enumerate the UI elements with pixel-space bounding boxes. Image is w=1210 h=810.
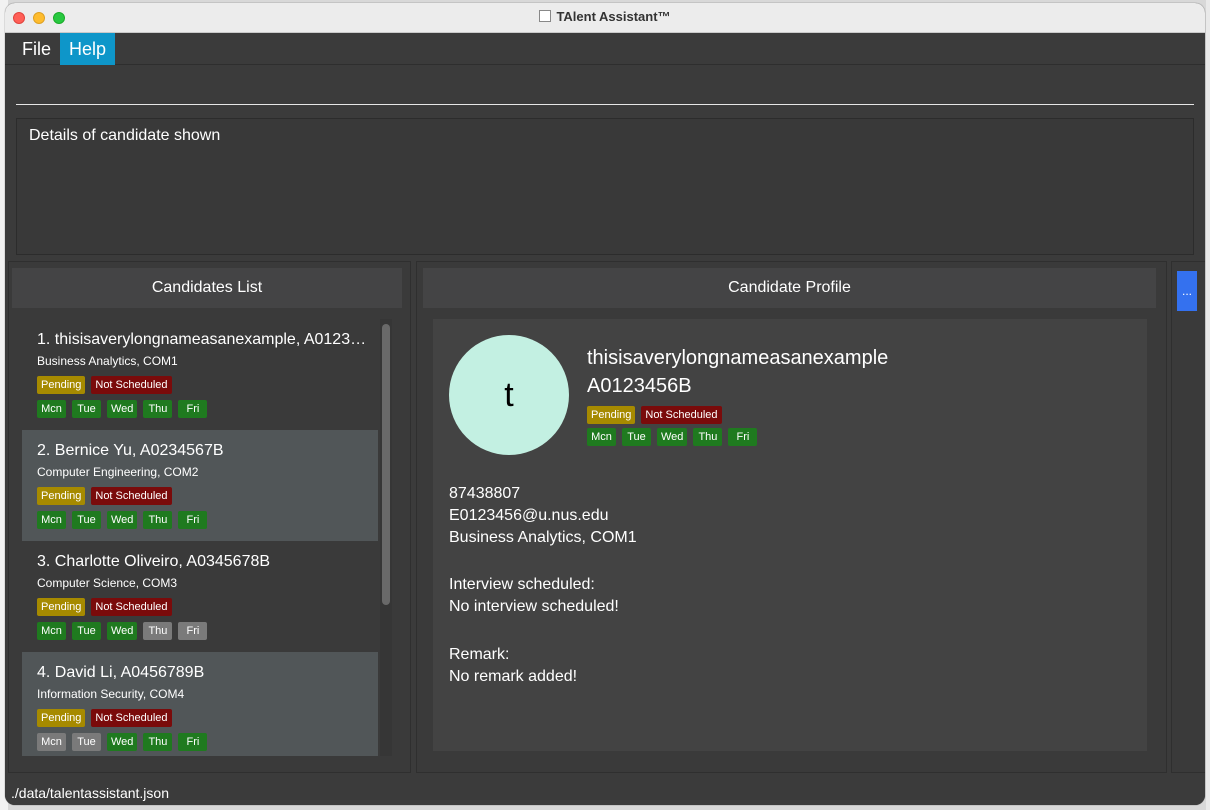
status-badge: Pending [37,487,86,505]
availability-day-badge: Fri [178,511,208,529]
availability-day-badge: Mcn [37,733,66,751]
status-badge: Pending [37,709,86,727]
profile-status-tags: Pending Not Scheduled [587,406,722,424]
status-badge: Pending [37,376,86,394]
title-bar: TAlent Assistant™ [5,3,1205,33]
interview-label: Interview scheduled: [449,576,595,593]
candidate-availability-tags: Mcn Tue Wed Thu Fri [37,733,208,751]
data-file-path: ./data/talentassistant.json [11,785,169,801]
interview-badge: Not Scheduled [641,406,722,424]
app-icon [539,10,552,22]
availability-day-badge: Wed [657,428,688,446]
remark-label: Remark: [449,646,510,663]
profile-email: E0123456@u.nus.edu [449,507,609,524]
interview-value: No interview scheduled! [449,598,619,615]
candidate-name: 3. Charlotte Oliveiro, A0345678B [37,553,271,570]
profile-phone: 87438807 [449,485,521,502]
menu-file[interactable]: File [13,33,60,65]
profile-course: Business Analytics, COM1 [449,529,637,546]
candidate-status-tags: Pending Not Scheduled [37,598,172,616]
availability-day-badge: Tue [72,622,101,640]
availability-day-badge: Thu [143,622,173,640]
avatar: t [449,335,569,455]
status-badge: Pending [37,598,86,616]
side-more-button[interactable]: ... [1177,271,1197,311]
candidate-course: Computer Science, COM3 [37,576,178,590]
candidate-availability-tags: Mcn Tue Wed Thu Fri [37,400,208,418]
profile-name: thisisaverylongnameasanexample [587,347,889,369]
window-title-group: TAlent Assistant™ [5,9,1205,24]
candidate-name: 4. David Li, A0456789B [37,664,205,681]
availability-day-badge: Thu [143,733,173,751]
candidate-status-tags: Pending Not Scheduled [37,376,172,394]
interview-badge: Not Scheduled [91,709,172,727]
candidate-name: 1. thisisaverylongnameasanexample, A0123… [37,331,369,348]
result-text: Details of candidate shown [29,127,221,144]
profile-availability-tags: Mcn Tue Wed Thu Fri [587,428,758,446]
candidate-availability-tags: Mcn Tue Wed Thu Fri [37,622,208,640]
candidate-availability-tags: Mcn Tue Wed Thu Fri [37,511,208,529]
desktop-background-right [1206,0,1210,810]
candidate-status-tags: Pending Not Scheduled [37,709,172,727]
list-scrollbar[interactable] [380,319,392,756]
app-window: TAlent Assistant™ File Help Details of c… [5,3,1205,805]
candidate-course: Information Security, COM4 [37,687,185,701]
candidate-card[interactable]: 4. David Li, A0456789B Information Securi… [22,652,378,756]
candidate-card[interactable]: 3. Charlotte Oliveiro, A0345678B Computer… [22,541,378,652]
side-panel [1171,261,1205,773]
interview-badge: Not Scheduled [91,487,172,505]
availability-day-badge: Tue [72,733,101,751]
availability-day-badge: Mcn [37,511,66,529]
status-badge: Pending [587,406,636,424]
candidates-list-title: Candidates List [12,268,402,308]
interview-badge: Not Scheduled [91,376,172,394]
availability-day-badge: Wed [107,733,138,751]
window-title: TAlent Assistant™ [556,9,671,24]
availability-day-badge: Mcn [587,428,616,446]
availability-day-badge: Thu [143,511,173,529]
candidate-profile-title: Candidate Profile [423,268,1156,308]
candidate-course: Business Analytics, COM1 [37,354,178,368]
command-input[interactable] [16,73,1194,105]
candidates-list: 1. thisisaverylongnameasanexample, A0123… [22,319,378,756]
list-scrollbar-thumb[interactable] [382,324,390,605]
availability-day-badge: Wed [107,400,138,418]
remark-value: No remark added! [449,668,578,685]
availability-day-badge: Wed [107,622,138,640]
menu-help[interactable]: Help [60,33,116,65]
candidate-card[interactable]: 2. Bernice Yu, A0234567B Computer Enginee… [22,430,378,541]
availability-day-badge: Wed [107,511,138,529]
availability-day-badge: Fri [178,622,208,640]
profile-card: t thisisaverylongnameasanexample A012345… [433,319,1147,751]
availability-day-badge: Mcn [37,622,66,640]
availability-day-badge: Tue [72,400,101,418]
availability-day-badge: Mcn [37,400,66,418]
availability-day-badge: Tue [622,428,651,446]
interview-badge: Not Scheduled [91,598,172,616]
candidate-course: Computer Engineering, COM2 [37,465,199,479]
availability-day-badge: Thu [143,400,173,418]
availability-day-badge: Thu [693,428,723,446]
availability-day-badge: Fri [178,400,208,418]
candidate-card[interactable]: 1. thisisaverylongnameasanexample, A0123… [22,319,378,430]
availability-day-badge: Fri [178,733,208,751]
profile-student-id: A0123456B [587,375,692,397]
availability-day-badge: Fri [728,428,758,446]
availability-day-badge: Tue [72,511,101,529]
candidate-name: 2. Bernice Yu, A0234567B [37,442,224,459]
menu-bar: File Help [5,33,1205,65]
candidate-status-tags: Pending Not Scheduled [37,487,172,505]
result-display: Details of candidate shown [16,118,1194,255]
status-bar: ./data/talentassistant.json [5,779,1205,805]
